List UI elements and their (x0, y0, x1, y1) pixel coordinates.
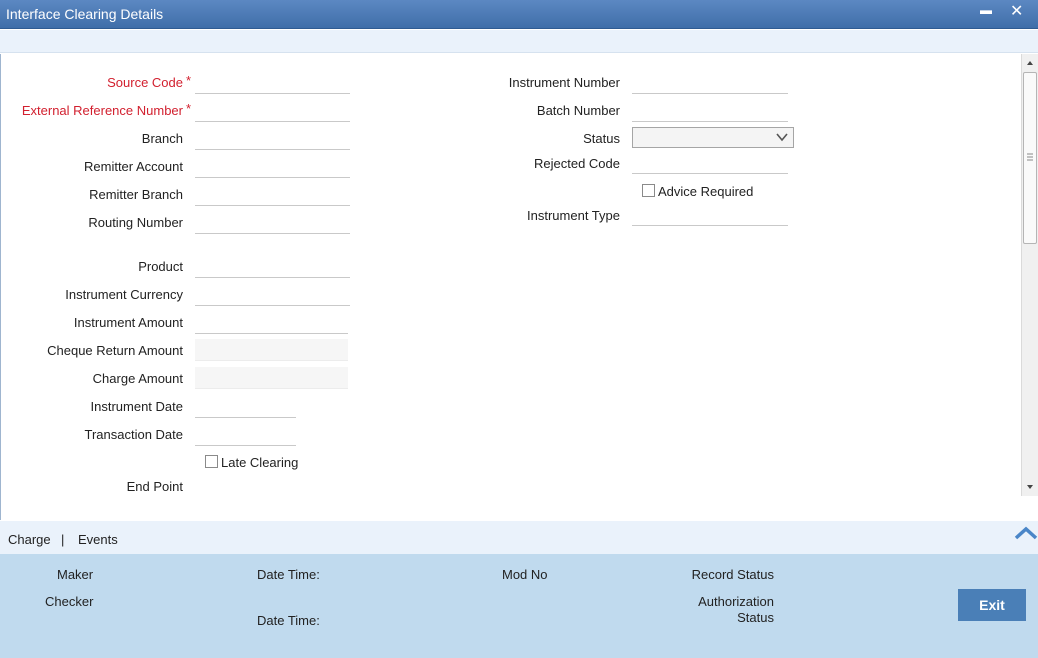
transaction-date-label: Transaction Date (84, 427, 183, 442)
routing-number-label: Routing Number (88, 215, 183, 230)
external-reference-number-label: External Reference Number (21, 103, 183, 118)
cheque-return-amount-label: Cheque Return Amount (47, 343, 183, 358)
instrument-number-input[interactable] (632, 72, 788, 94)
advice-required-label: Advice Required (658, 184, 754, 199)
window-title: Interface Clearing Details (6, 6, 164, 22)
remitter-branch-label: Remitter Branch (89, 187, 183, 202)
close-icon[interactable]: ✕ (1010, 1, 1023, 21)
authorization-status-label-line2: Status (737, 610, 774, 625)
toolbar-strip (0, 30, 1038, 53)
source-code-label: Source Code (107, 75, 183, 90)
product-input[interactable] (195, 256, 350, 278)
external-reference-number-input[interactable] (195, 100, 350, 122)
instrument-amount-label: Instrument Amount (73, 315, 183, 330)
status-label: Status (583, 131, 620, 146)
charge-amount-label: Charge Amount (92, 371, 183, 386)
instrument-date-label: Instrument Date (90, 399, 184, 414)
batch-number-input[interactable] (632, 100, 788, 122)
exit-button[interactable]: Exit (958, 589, 1026, 621)
remitter-account-input[interactable] (195, 156, 350, 178)
minimize-icon[interactable]: ▬ (980, 3, 992, 17)
instrument-date-input[interactable] (195, 396, 296, 418)
maker-label: Maker (57, 567, 94, 582)
end-point-label: End Point (126, 479, 183, 494)
product-label: Product (138, 259, 183, 274)
routing-number-input[interactable] (195, 212, 350, 234)
source-code-required-mark: * (186, 73, 192, 88)
scroll-down-icon[interactable] (1022, 480, 1038, 494)
late-clearing-label: Late Clearing (221, 455, 299, 470)
charge-amount-field (195, 367, 348, 389)
grip-icon (1027, 153, 1033, 161)
instrument-currency-input[interactable] (195, 284, 350, 306)
remitter-branch-input[interactable] (195, 184, 350, 206)
advice-required-checkbox[interactable] (642, 184, 655, 197)
status-select[interactable] (632, 127, 794, 148)
instrument-number-label: Instrument Number (508, 75, 620, 90)
chevron-down-icon (776, 133, 788, 142)
tab-separator: | (61, 532, 65, 547)
branch-label: Branch (141, 131, 183, 146)
rejected-code-label: Rejected Code (534, 156, 620, 171)
transaction-date-input[interactable] (195, 424, 296, 446)
instrument-currency-label: Instrument Currency (65, 287, 183, 302)
cheque-return-amount-field (195, 339, 348, 361)
source-code-input[interactable] (195, 72, 350, 94)
instrument-type-input[interactable] (632, 204, 788, 226)
late-clearing-checkbox[interactable] (205, 455, 218, 468)
remitter-account-label: Remitter Account (84, 159, 183, 174)
vertical-scrollbar[interactable] (1021, 54, 1038, 496)
tab-charge[interactable]: Charge (8, 532, 51, 547)
instrument-type-label: Instrument Type (527, 208, 620, 223)
scroll-thumb[interactable] (1023, 72, 1037, 244)
rejected-code-input[interactable] (632, 152, 788, 174)
record-status-label: Record Status (691, 567, 774, 582)
checker-label: Checker (45, 594, 94, 609)
tab-events[interactable]: Events (78, 532, 118, 547)
maker-date-time-label: Date Time: (257, 567, 320, 582)
external-reference-number-required-mark: * (186, 101, 192, 116)
batch-number-label: Batch Number (536, 103, 620, 118)
authorization-status-label-line1: Authorization (698, 594, 774, 609)
instrument-amount-input[interactable] (195, 312, 348, 334)
mod-no-label: Mod No (502, 567, 548, 582)
tabs-bar: Charge | Events (0, 521, 1038, 554)
checker-date-time-label: Date Time: (257, 613, 320, 628)
collapse-chevron-up-icon[interactable] (1014, 525, 1038, 541)
window-title-bar: Interface Clearing Details ▬ ✕ (0, 0, 1038, 29)
branch-input[interactable] (195, 128, 350, 150)
scroll-up-icon[interactable] (1022, 56, 1038, 70)
